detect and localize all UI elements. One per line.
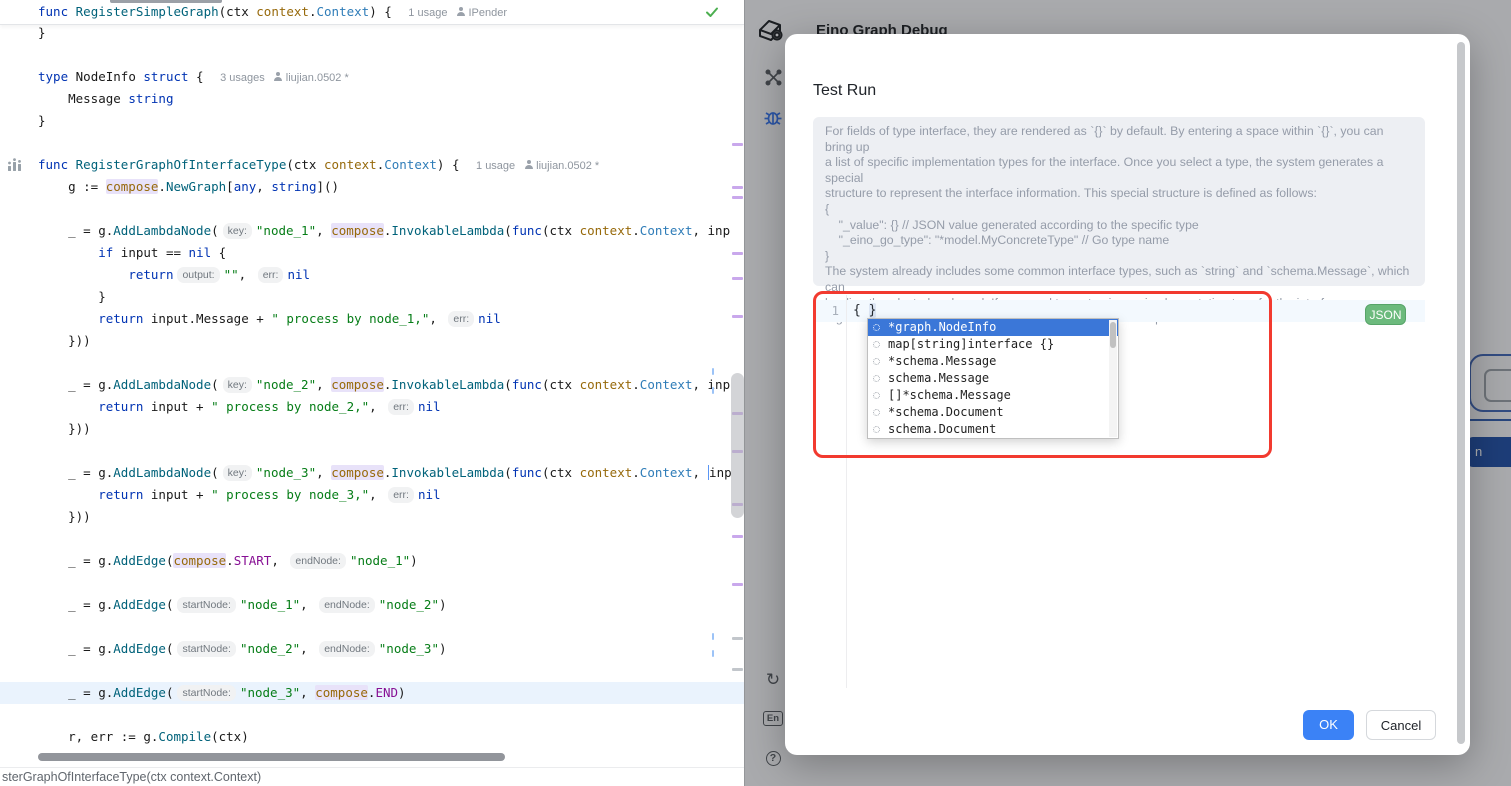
editor-vertical-scrollbar[interactable] (731, 373, 744, 518)
code-line[interactable]: return input + " process by node_3,", er… (0, 484, 744, 506)
code-line[interactable]: type NodeInfo struct { 3 usagesliujian.0… (0, 66, 744, 88)
code-line[interactable]: return input.Message + " process by node… (0, 308, 744, 330)
change-marker (732, 583, 743, 586)
info-line: For fields of type interface, they are r… (825, 124, 1413, 155)
code-line[interactable]: returnoutput:"", err:nil (0, 264, 744, 286)
info-line: { (825, 202, 1413, 218)
dropdown-item[interactable]: *schema.Document (868, 404, 1118, 421)
info-line: The system already includes some common … (825, 264, 1413, 295)
code-line[interactable]: } (0, 286, 744, 308)
type-icon (873, 358, 880, 365)
code-line[interactable]: _ = g.AddLambdaNode(key:"node_2", compos… (0, 374, 744, 396)
type-icon (873, 426, 880, 433)
json-language-badge: JSON (1365, 304, 1406, 325)
type-icon (873, 341, 880, 348)
gutter-separator (846, 295, 847, 688)
code-editor-pane: } type NodeInfo struct { 3 usagesliujian.… (0, 0, 744, 786)
dropdown-item[interactable]: []*schema.Message (868, 387, 1118, 404)
modal-scrollbar[interactable] (1456, 40, 1466, 749)
change-marker (732, 277, 743, 280)
caret-tick-marker (712, 650, 714, 657)
test-run-modal: Test Run Trigger nodestart {⋯} (785, 34, 1470, 755)
author-icon (456, 7, 465, 16)
gray-marker (732, 637, 743, 640)
info-line: structure to represent the interface inf… (825, 186, 1413, 202)
code-line[interactable]: _ = g.AddLambdaNode(key:"node_1", compos… (0, 220, 744, 242)
author-icon (274, 72, 283, 81)
type-icon (873, 409, 880, 416)
code-line[interactable]: _ = g.AddEdge(startNode:"node_1", endNod… (0, 594, 744, 616)
caret-tick-marker (712, 368, 714, 375)
code-line[interactable]: _ = g.AddEdge(compose.START, endNode:"no… (0, 550, 744, 572)
code-line[interactable]: g := compose.NewGraph[any, string]() (0, 176, 744, 198)
caret-tick-marker (712, 633, 714, 640)
change-marker (732, 196, 743, 199)
inspection-ok-icon[interactable] (704, 4, 720, 25)
code-line[interactable]: Message string (0, 88, 744, 110)
info-line: "_value": {} // JSON value generated acc… (825, 218, 1413, 234)
sticky-function-header[interactable]: func RegisterSimpleGraph(ctx context.Con… (0, 0, 744, 25)
status-bar: sterGraphOfInterfaceType(ctx context.Con… (0, 767, 744, 786)
dropdown-item[interactable]: map[string]interface {} (868, 336, 1118, 353)
code-area[interactable]: } type NodeInfo struct { 3 usagesliujian.… (0, 0, 744, 750)
caret-tick-marker (712, 387, 714, 394)
change-marker (732, 315, 743, 318)
dropdown-scrollbar[interactable] (1109, 320, 1117, 437)
code-line[interactable]: func RegisterSimpleGraph(ctx context.Con… (0, 1, 744, 23)
type-autocomplete-dropdown: *graph.NodeInfomap[string]interface {}*s… (867, 318, 1119, 439)
app-window: } type NodeInfo struct { 3 usagesliujian.… (0, 0, 1511, 786)
editor-horizontal-scrollbar[interactable] (38, 753, 505, 761)
code-line[interactable]: if input == nil { (0, 242, 744, 264)
code-line[interactable]: } (0, 22, 744, 44)
code-line[interactable]: })) (0, 330, 744, 352)
code-line[interactable]: } (0, 110, 744, 132)
dropdown-item[interactable]: *schema.Message (868, 353, 1118, 370)
author-icon (524, 160, 533, 169)
change-marker (732, 252, 743, 255)
code-line[interactable]: _ = g.AddEdge(startNode:"node_2", endNod… (0, 638, 744, 660)
interface-help-infobox: For fields of type interface, they are r… (813, 117, 1425, 286)
code-line[interactable]: })) (0, 506, 744, 528)
info-line: } (825, 249, 1413, 265)
type-icon (873, 375, 880, 382)
code-line[interactable]: })) (0, 418, 744, 440)
cancel-button[interactable]: Cancel (1366, 710, 1436, 740)
code-line[interactable]: _ = g.AddEdge(startNode:"node_3", compos… (0, 682, 744, 704)
type-icon (873, 324, 880, 331)
code-line[interactable]: return input + " process by node_2,", er… (0, 396, 744, 418)
gray-marker (732, 668, 743, 671)
change-marker (732, 535, 743, 538)
dropdown-item[interactable]: schema.Document (868, 421, 1118, 438)
status-breadcrumb: sterGraphOfInterfaceType(ctx context.Con… (2, 770, 261, 784)
dropdown-item[interactable]: *graph.NodeInfo (868, 319, 1118, 336)
type-icon (873, 392, 880, 399)
change-marker (732, 186, 743, 189)
eino-graph-gutter-icon[interactable] (7, 158, 22, 177)
change-marker (732, 143, 743, 146)
code-line[interactable]: r, err := g.Compile(ctx) (0, 726, 744, 748)
ok-button[interactable]: OK (1303, 710, 1354, 740)
info-line: a list of specific implementation types … (825, 155, 1413, 186)
modal-title: Test Run (813, 82, 876, 100)
dropdown-item[interactable]: schema.Message (868, 370, 1118, 387)
info-line: "_eino_go_type": "*model.MyConcreteType"… (825, 233, 1413, 249)
line-number: 1 (813, 300, 839, 322)
code-line[interactable]: _ = g.AddLambdaNode(key:"node_3", compos… (0, 462, 744, 484)
code-line[interactable]: func RegisterGraphOfInterfaceType(ctx co… (0, 154, 744, 176)
